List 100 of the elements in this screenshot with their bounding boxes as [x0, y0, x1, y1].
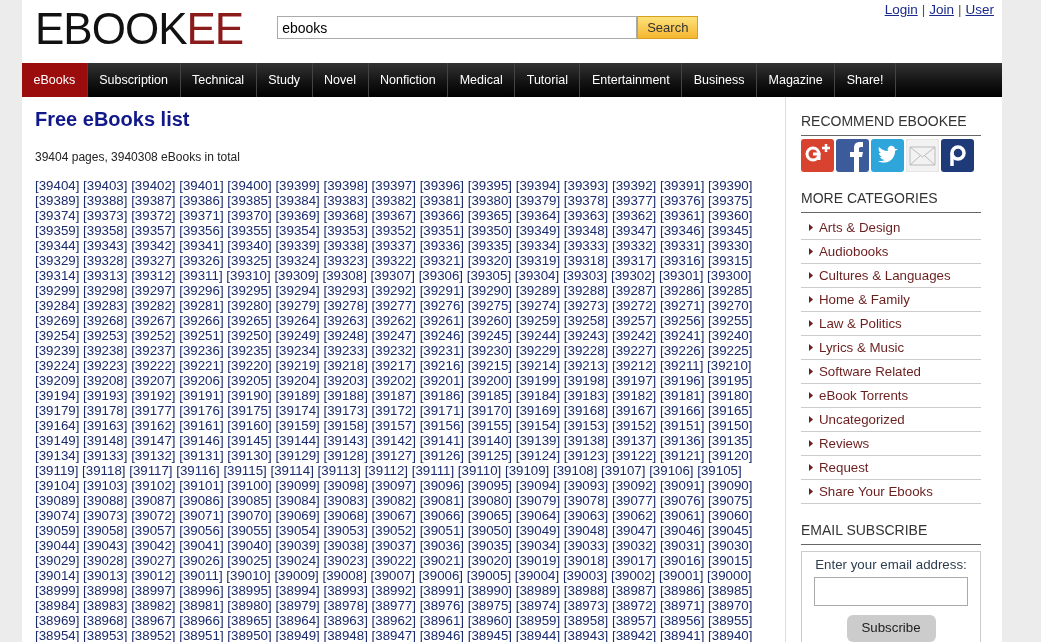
page-link[interactable]: [39221]	[179, 358, 224, 373]
page-link[interactable]: [39100]	[227, 478, 272, 493]
page-link[interactable]: [39373]	[83, 208, 128, 223]
page-link[interactable]: [39339]	[275, 238, 320, 253]
page-link[interactable]: [39151]	[660, 418, 705, 433]
page-link[interactable]: [39287]	[611, 283, 657, 298]
page-link[interactable]: [39006]	[418, 568, 463, 583]
page-link[interactable]: [38951]	[179, 628, 224, 642]
page-link[interactable]: [39192]	[131, 388, 176, 403]
page-link[interactable]: [39340]	[227, 238, 272, 253]
page-link[interactable]: [39065]	[467, 508, 513, 523]
page-link[interactable]: [38986]	[660, 583, 705, 598]
page-link[interactable]: [39300]	[707, 268, 752, 283]
page-link[interactable]: [39227]	[611, 343, 657, 358]
page-link[interactable]: [39068]	[323, 508, 368, 523]
page-link[interactable]: [39377]	[611, 193, 657, 208]
page-link[interactable]: [39004]	[514, 568, 560, 583]
page-link[interactable]: [39196]	[660, 373, 705, 388]
page-link[interactable]: [39021]	[419, 553, 464, 568]
page-link[interactable]: [39306]	[418, 268, 463, 283]
page-link[interactable]: [38958]	[563, 613, 609, 628]
page-link[interactable]: [39118]	[82, 463, 126, 478]
page-link[interactable]: [39107]	[601, 463, 646, 478]
page-link[interactable]: [39333]	[563, 238, 609, 253]
page-link[interactable]: [39401]	[179, 178, 224, 193]
nav-tab[interactable]: Entertainment	[580, 63, 683, 97]
page-link[interactable]: [39034]	[515, 538, 561, 553]
page-link[interactable]: [39388]	[83, 193, 128, 208]
page-link[interactable]: [38993]	[323, 583, 368, 598]
page-link[interactable]: [39256]	[660, 313, 705, 328]
category-link[interactable]: Reviews	[819, 433, 870, 454]
page-link[interactable]: [39066]	[419, 508, 464, 523]
page-link[interactable]: [38985]	[708, 583, 753, 598]
page-link[interactable]: [39017]	[611, 553, 657, 568]
page-link[interactable]: [39167]	[611, 403, 657, 418]
page-link[interactable]: [39015]	[708, 553, 753, 568]
page-link[interactable]: [39023]	[323, 553, 368, 568]
category-link[interactable]: Request	[819, 457, 869, 478]
page-link[interactable]: [39053]	[323, 523, 368, 538]
page-link[interactable]: [39136]	[660, 433, 705, 448]
page-link[interactable]: [39086]	[179, 493, 224, 508]
page-link[interactable]: [39064]	[515, 508, 561, 523]
page-link[interactable]: [39180]	[708, 388, 753, 403]
page-link[interactable]: [39220]	[227, 358, 272, 373]
page-link[interactable]: [39174]	[275, 403, 320, 418]
page-link[interactable]: [39129]	[275, 448, 320, 463]
page-link[interactable]: [39043]	[83, 538, 128, 553]
page-link[interactable]: [39209]	[35, 373, 80, 388]
page-link[interactable]: [39127]	[371, 448, 416, 463]
page-link[interactable]: [39162]	[131, 418, 176, 433]
page-link[interactable]: [39301]	[659, 268, 704, 283]
page-link[interactable]: [39365]	[467, 208, 513, 223]
page-link[interactable]: [39177]	[131, 403, 176, 418]
page-link[interactable]: [39355]	[227, 223, 272, 238]
category-link[interactable]: Audiobooks	[819, 241, 889, 262]
page-link[interactable]: [39135]	[708, 433, 753, 448]
page-link[interactable]: [39354]	[275, 223, 320, 238]
page-link[interactable]: [39219]	[275, 358, 320, 373]
page-link[interactable]: [38975]	[467, 598, 513, 613]
page-link[interactable]: [39310]	[226, 268, 271, 283]
page-link[interactable]: [38978]	[323, 598, 368, 613]
account-link[interactable]: Join	[929, 2, 954, 17]
page-link[interactable]: [39320]	[467, 253, 513, 268]
page-link[interactable]: [39039]	[275, 538, 320, 553]
page-link[interactable]: [39110]	[457, 463, 502, 478]
page-link[interactable]: [38990]	[467, 583, 513, 598]
page-link[interactable]: [39360]	[708, 208, 753, 223]
page-link[interactable]: [39325]	[227, 253, 272, 268]
page-link[interactable]: [39019]	[515, 553, 561, 568]
page-link[interactable]: [38948]	[323, 628, 368, 642]
page-link[interactable]: [39183]	[563, 388, 609, 403]
page-link[interactable]: [39268]	[83, 313, 128, 328]
page-link[interactable]: [39000]	[707, 568, 752, 583]
page-link[interactable]: [38950]	[227, 628, 272, 642]
page-link[interactable]: [39252]	[131, 328, 176, 343]
page-link[interactable]: [39089]	[35, 493, 80, 508]
page-link[interactable]: [39067]	[371, 508, 416, 523]
page-link[interactable]: [39315]	[708, 253, 753, 268]
page-link[interactable]: [39157]	[371, 418, 416, 433]
page-link[interactable]: [39382]	[371, 193, 416, 208]
page-link[interactable]: [39198]	[563, 373, 609, 388]
page-link[interactable]: [39276]	[419, 298, 464, 313]
page-link[interactable]: [39372]	[131, 208, 176, 223]
page-link[interactable]: [39201]	[419, 373, 464, 388]
page-link[interactable]: [39186]	[419, 388, 464, 403]
page-link[interactable]: [39293]	[323, 283, 368, 298]
page-link[interactable]: [39212]	[611, 358, 657, 373]
page-link[interactable]: [39077]	[611, 493, 657, 508]
page-link[interactable]: [39397]	[371, 178, 416, 193]
page-link[interactable]: [39288]	[563, 283, 609, 298]
page-link[interactable]: [38949]	[275, 628, 320, 642]
page-link[interactable]: [39027]	[131, 553, 176, 568]
nav-tab[interactable]: Subscription	[87, 63, 181, 97]
page-link[interactable]: [38968]	[83, 613, 128, 628]
page-link[interactable]: [39260]	[467, 313, 513, 328]
page-link[interactable]: [39324]	[275, 253, 320, 268]
page-link[interactable]: [39258]	[563, 313, 609, 328]
page-link[interactable]: [39282]	[131, 298, 176, 313]
page-link[interactable]: [38957]	[611, 613, 657, 628]
page-link[interactable]: [39104]	[35, 478, 80, 493]
